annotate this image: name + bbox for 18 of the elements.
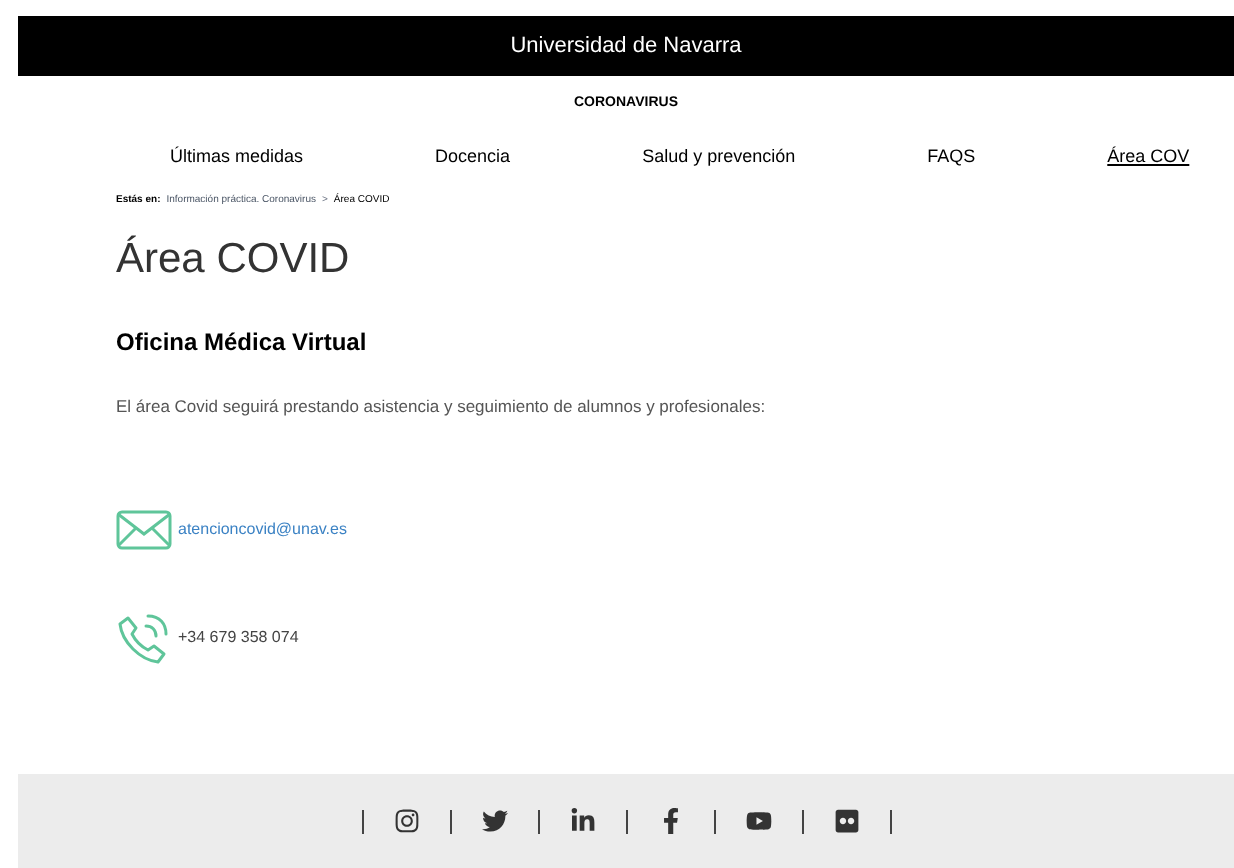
play-icon[interactable] xyxy=(745,808,771,834)
nav-link[interactable]: Área COV xyxy=(1107,143,1190,170)
linkedin-icon[interactable] xyxy=(569,808,595,834)
nav-link[interactable]: FAQS xyxy=(927,143,976,170)
nav-link[interactable]: Últimas medidas xyxy=(170,143,304,170)
nav-link[interactable]: Salud y prevención xyxy=(642,143,796,170)
body-text: El área Covid seguirá prestando asistencia y seguimiento de alumnos y profesionales: xyxy=(116,393,766,419)
nav-link[interactable]: Docencia xyxy=(435,143,511,170)
bird-icon[interactable] xyxy=(481,808,507,834)
instagram-icon[interactable] xyxy=(393,808,419,834)
site-title: Universidad de Navarra xyxy=(510,31,742,62)
section-heading: Oficina Médica Virtual xyxy=(116,325,367,359)
dots-icon[interactable] xyxy=(833,808,859,834)
email-link[interactable]: atencioncovid@unav.es xyxy=(178,518,347,543)
page-title: Área COVID xyxy=(116,237,350,279)
phone-icon xyxy=(116,610,172,667)
phone-number: +34 679 358 074 xyxy=(178,626,299,651)
envelope-icon xyxy=(116,510,172,551)
